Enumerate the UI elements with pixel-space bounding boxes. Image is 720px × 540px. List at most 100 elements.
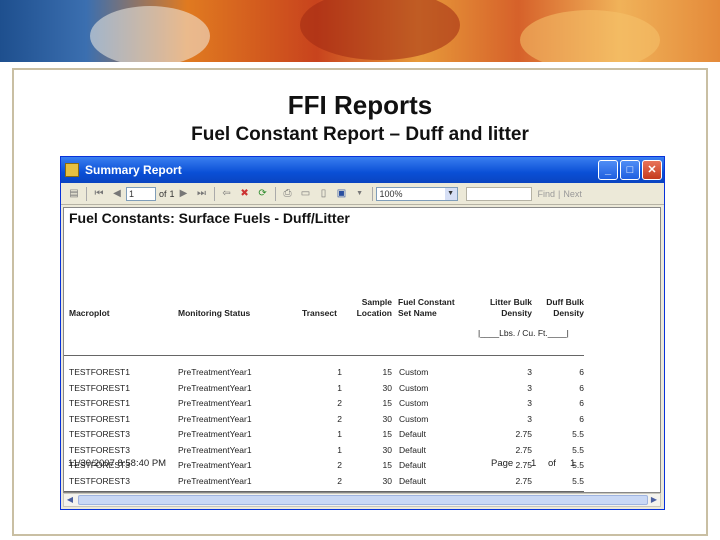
col-header-fuel-constant: Fuel Constant xyxy=(398,297,455,307)
cell-monitoring-status: PreTreatmentYear1 xyxy=(178,444,252,455)
page-number-input[interactable]: 1 xyxy=(126,186,156,201)
col-header-transect: Transect xyxy=(302,308,337,318)
header-rule xyxy=(64,355,584,356)
back-icon[interactable]: ⇦ xyxy=(220,187,234,201)
cell-fuel-constant-set: Custom xyxy=(399,382,429,393)
cell-fuel-constant-set: Custom xyxy=(399,413,429,424)
cell-duff-bulk-density: 6 xyxy=(579,367,584,377)
cell-monitoring-status: PreTreatmentYear1 xyxy=(178,413,252,424)
find-link[interactable]: Find xyxy=(538,189,556,199)
cell-sample-location: 15 xyxy=(382,367,392,377)
cell-fuel-constant-set: Default xyxy=(399,475,426,486)
last-page-icon[interactable]: ⏭ xyxy=(195,187,209,201)
col-header-macroplot: Macroplot xyxy=(69,308,110,318)
horizontal-scrollbar[interactable]: ◀ ▶ xyxy=(63,493,661,507)
slide-subtitle: Fuel Constant Report – Duff and litter xyxy=(191,124,529,145)
cell-duff-bulk-density: 5.5 xyxy=(572,429,584,439)
app-icon xyxy=(65,163,79,177)
col-header-set-name: Set Name xyxy=(398,308,437,318)
export-dropdown-icon[interactable]: ▼ xyxy=(353,187,367,201)
slide-title: FFI Reports xyxy=(287,90,433,120)
banner-decoration xyxy=(520,10,660,62)
cell-transect: 1 xyxy=(337,429,342,439)
document-map-icon[interactable]: ▤ xyxy=(67,187,81,201)
report-footer-page-number: 1 xyxy=(531,458,537,469)
cell-transect: 2 xyxy=(337,460,342,470)
cell-fuel-constant-set: Custom xyxy=(399,398,429,408)
cell-sample-location: 15 xyxy=(382,429,392,439)
cell-monitoring-status: PreTreatmentYear1 xyxy=(178,398,252,408)
cell-duff-bulk-density: 5.5 xyxy=(572,444,584,455)
zoom-select[interactable]: 100% ▼ xyxy=(375,186,458,201)
toolbar-separator xyxy=(371,186,373,201)
cell-sample-location: 15 xyxy=(382,460,392,470)
cell-litter-bulk-density: 2.75 xyxy=(515,429,532,439)
minimize-button[interactable]: _ xyxy=(598,160,618,180)
zoom-value: 100% xyxy=(379,188,403,199)
cell-litter-bulk-density: 2.75 xyxy=(515,444,532,455)
summary-report-window: Summary Report _ □ ✕ ▤ ⏮ ◀ 1 of 1 ▶ ⏭ ⇦ … xyxy=(60,156,665,510)
chevron-down-icon[interactable]: ▼ xyxy=(444,187,457,200)
col-header-duff-bulk: Duff Bulk xyxy=(546,297,584,307)
cell-macroplot: TESTFOREST1 xyxy=(69,398,130,408)
cell-duff-bulk-density: 5.5 xyxy=(572,460,584,470)
next-link[interactable]: Next xyxy=(563,189,582,199)
report-canvas: Fuel Constants: Surface Fuels - Duff/Lit… xyxy=(63,207,661,493)
report-footer-page-total: 1 xyxy=(570,458,576,469)
cell-transect: 2 xyxy=(337,475,342,486)
page-total: 1 xyxy=(169,188,175,199)
first-page-icon[interactable]: ⏮ xyxy=(92,187,106,201)
cell-duff-bulk-density: 6 xyxy=(579,413,584,424)
cell-fuel-constant-set: Default xyxy=(399,429,426,439)
find-input[interactable] xyxy=(465,186,532,201)
window-title: Summary Report xyxy=(85,163,182,177)
cell-litter-bulk-density: 3 xyxy=(527,398,532,408)
page-setup-icon[interactable]: ▯ xyxy=(317,187,331,201)
find-separator: | xyxy=(558,188,561,199)
report-footer-of: of xyxy=(548,458,556,469)
next-page-icon[interactable]: ▶ xyxy=(177,187,191,201)
cell-monitoring-status: PreTreatmentYear1 xyxy=(178,475,252,486)
col-header-sample: Sample xyxy=(361,297,392,307)
report-toolbar: ▤ ⏮ ◀ 1 of 1 ▶ ⏭ ⇦ ✖ ⟳ ⎙ ▭ ▯ ▣ ▼ 100% ▼ … xyxy=(61,183,664,205)
cell-macroplot: TESTFOREST3 xyxy=(69,444,130,455)
cell-duff-bulk-density: 5.5 xyxy=(572,475,584,486)
window-titlebar[interactable]: Summary Report _ □ ✕ xyxy=(61,157,664,183)
toolbar-separator xyxy=(213,186,215,201)
cell-litter-bulk-density: 3 xyxy=(527,367,532,377)
report-footer-date: 11/30/2007 8:58:40 PM xyxy=(68,458,167,469)
export-icon[interactable]: ▣ xyxy=(335,187,349,201)
cell-transect: 1 xyxy=(337,444,342,455)
of-label: of xyxy=(159,188,167,199)
stop-icon[interactable]: ✖ xyxy=(238,187,252,201)
previous-page-icon[interactable]: ◀ xyxy=(110,187,124,201)
cell-macroplot: TESTFOREST3 xyxy=(69,429,130,439)
cell-sample-location: 15 xyxy=(382,398,392,408)
cell-transect: 1 xyxy=(337,367,342,377)
scroll-thumb[interactable] xyxy=(78,495,648,505)
cell-sample-location: 30 xyxy=(382,382,392,393)
col-header-location: Location xyxy=(356,308,392,318)
units-label: |____Lbs. / Cu. Ft.____| xyxy=(478,328,569,338)
cell-monitoring-status: PreTreatmentYear1 xyxy=(178,460,252,470)
slide-banner xyxy=(0,0,720,62)
print-icon[interactable]: ⎙ xyxy=(281,187,295,201)
print-layout-icon[interactable]: ▭ xyxy=(299,187,313,201)
scroll-left-icon[interactable]: ◀ xyxy=(64,494,76,506)
cell-sample-location: 30 xyxy=(382,475,392,486)
col-header-monitoring-status: Monitoring Status xyxy=(178,308,251,318)
scroll-right-icon[interactable]: ▶ xyxy=(648,494,660,506)
cell-litter-bulk-density: 3 xyxy=(527,413,532,424)
footer-rule xyxy=(64,491,584,492)
toolbar-separator xyxy=(274,186,276,201)
cell-transect: 1 xyxy=(337,382,342,393)
close-button[interactable]: ✕ xyxy=(642,160,662,180)
cell-monitoring-status: PreTreatmentYear1 xyxy=(178,367,252,377)
cell-macroplot: TESTFOREST1 xyxy=(69,382,130,393)
maximize-button[interactable]: □ xyxy=(620,160,640,180)
refresh-icon[interactable]: ⟳ xyxy=(256,187,270,201)
col-header-duff-density: Density xyxy=(553,308,584,318)
cell-fuel-constant-set: Default xyxy=(399,460,426,470)
cell-macroplot: TESTFOREST1 xyxy=(69,367,130,377)
cell-fuel-constant-set: Custom xyxy=(399,367,429,377)
